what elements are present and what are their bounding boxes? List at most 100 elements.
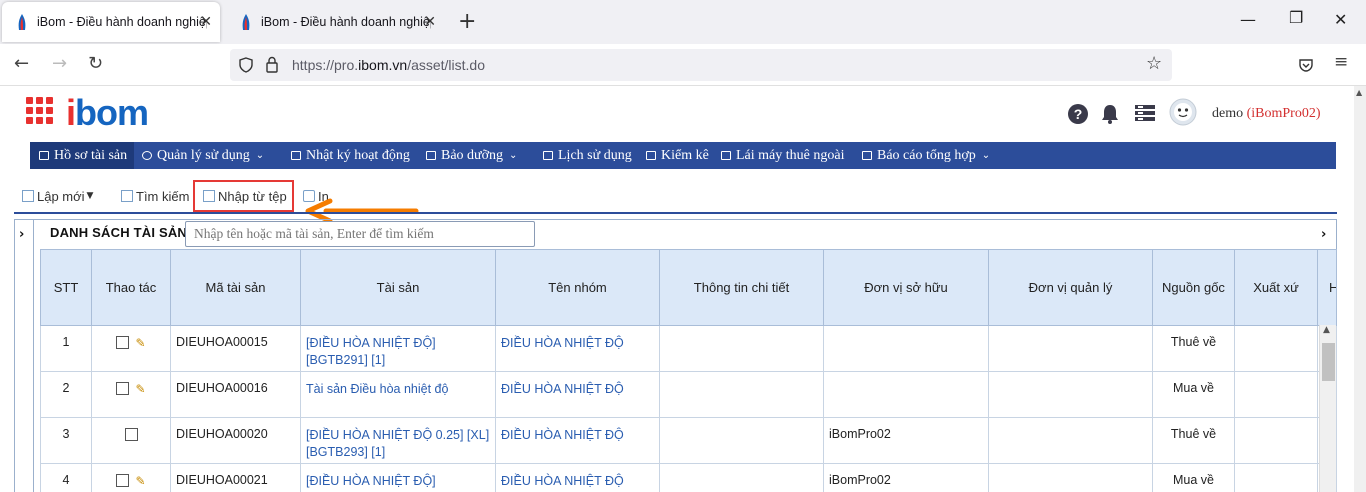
shield-icon[interactable]: [238, 57, 254, 73]
row-checkbox[interactable]: [116, 474, 130, 488]
table-vertical-scrollbar[interactable]: ▲: [1319, 325, 1336, 492]
group-cell[interactable]: ĐIỀU HÒA NHIỆT ĐỘ: [495, 463, 660, 492]
asset-link[interactable]: [ĐIỀU HÒA NHIỆT ĐỘ]: [306, 335, 495, 352]
help-icon[interactable]: ?: [1068, 104, 1088, 124]
column-header[interactable]: Tài sản: [300, 249, 496, 326]
asset-cell[interactable]: [ĐIỀU HÒA NHIỆT ĐỘ] [BGTB291] [1]: [300, 325, 496, 372]
minimize-icon[interactable]: —: [1240, 10, 1256, 29]
lock-icon[interactable]: [265, 56, 279, 73]
reload-icon[interactable]: ↻: [88, 53, 103, 74]
car-icon: [291, 151, 301, 160]
chevron-down-icon: ⌄: [509, 150, 518, 161]
plus-square-icon: [22, 190, 34, 202]
asset-link-sub[interactable]: [BGTB293] [1]: [306, 444, 495, 461]
row-checkbox[interactable]: [116, 336, 130, 350]
menu-item-ho-so-tai-san[interactable]: Hồ sơ tài sản: [30, 142, 135, 169]
scrollbar-thumb[interactable]: [1322, 343, 1335, 381]
forward-icon[interactable]: →: [52, 53, 67, 74]
url-text[interactable]: https://pro.ibom.vn/asset/list.do: [292, 57, 485, 73]
column-header[interactable]: Đơn vị sở hữu: [823, 249, 989, 326]
close-tab-icon[interactable]: ✕: [200, 13, 212, 30]
new-tab-icon[interactable]: +: [458, 9, 476, 34]
origin-cell: Mua về: [1152, 371, 1235, 418]
bookmark-star-icon[interactable]: ☆: [1146, 53, 1162, 74]
group-cell[interactable]: ĐIỀU HÒA NHIỆT ĐỘ: [495, 371, 660, 418]
menu-item-nhat-ky-hoat-dong[interactable]: Nhật ký hoạt động: [291, 142, 410, 169]
stt-cell: 3: [40, 417, 92, 464]
row-checkbox[interactable]: [124, 428, 138, 442]
asset-table: STT Thao tác Mã tài sản Tài sản Tên nhóm…: [40, 249, 1337, 492]
asset-link[interactable]: [ĐIỀU HÒA NHIỆT ĐỘ 0.25] [XL]: [306, 427, 495, 444]
column-header[interactable]: Đơn vị quản lý: [988, 249, 1153, 326]
scroll-up-icon[interactable]: ▲: [1323, 325, 1330, 335]
chevron-right-icon[interactable]: ›: [1321, 227, 1326, 242]
caret-down-icon: ▼: [86, 191, 94, 201]
table-row[interactable]: 2 ✎ DIEUHOA00016 Tài sản Điều hòa nhiệt …: [40, 371, 1337, 418]
chevron-right-icon[interactable]: ›: [19, 227, 24, 242]
pocket-icon[interactable]: [1298, 57, 1314, 73]
browser-tab[interactable]: iBom - Điều hành doanh nghiệp ✕: [226, 2, 444, 42]
recycle-icon: [142, 151, 152, 160]
page-scrollbar[interactable]: ▲: [1354, 86, 1366, 492]
column-header[interactable]: Thao tác: [91, 249, 171, 326]
menu-item-kiem-ke[interactable]: Kiểm kê: [646, 142, 709, 169]
ibom-favicon-icon: [242, 14, 250, 30]
column-header[interactable]: Xuất xứ: [1234, 249, 1318, 326]
avatar[interactable]: [1169, 98, 1197, 126]
detail-cell: [659, 325, 824, 372]
bell-icon[interactable]: [1101, 104, 1119, 124]
search-button[interactable]: Tìm kiếm: [121, 186, 189, 206]
column-header[interactable]: H: [1317, 249, 1337, 326]
asset-cell[interactable]: [ĐIỀU HÒA NHIỆT ĐỘ]: [300, 463, 496, 492]
column-header[interactable]: Nguồn gốc: [1152, 249, 1235, 326]
asset-cell[interactable]: [ĐIỀU HÒA NHIỆT ĐỘ 0.25] [XL] [BGTB293] […: [300, 417, 496, 464]
browser-nav-bar: ← → ↻ https://pro.ibom.vn/asset/list.do …: [0, 44, 1366, 86]
column-header[interactable]: Thông tin chi tiết: [659, 249, 824, 326]
pencil-edit-icon[interactable]: ✎: [135, 474, 145, 488]
svg-text:?: ?: [1074, 106, 1083, 122]
menu-item-bao-cao-tong-hop[interactable]: Báo cáo tổng hợp ⌄: [862, 142, 990, 169]
owner-cell: iBomPro02: [823, 417, 989, 464]
browser-tab-active[interactable]: iBom - Điều hành doanh nghiệp ✕: [2, 2, 220, 42]
table-row[interactable]: 3 DIEUHOA00020 [ĐIỀU HÒA NHIỆT ĐỘ 0.25] …: [40, 417, 1337, 464]
pencil-edit-icon[interactable]: ✎: [135, 382, 145, 396]
group-cell[interactable]: ĐIỀU HÒA NHIỆT ĐỘ: [495, 325, 660, 372]
ibom-logo[interactable]: ibom: [66, 92, 149, 134]
back-icon[interactable]: ←: [14, 53, 29, 74]
server-icon[interactable]: [1135, 105, 1155, 121]
menu-item-lai-may-thue-ngoai[interactable]: Lái máy thuê ngoài: [721, 142, 844, 169]
detail-cell: [659, 371, 824, 418]
row-checkbox[interactable]: [116, 382, 130, 396]
asset-link[interactable]: Tài sản Điều hòa nhiệt độ: [306, 381, 495, 398]
asset-cell[interactable]: Tài sản Điều hòa nhiệt độ: [300, 371, 496, 418]
asset-search-input[interactable]: [185, 221, 535, 247]
table-row[interactable]: 1 ✎ DIEUHOA00015 [ĐIỀU HÒA NHIỆT ĐỘ] [BGT…: [40, 325, 1337, 372]
column-header[interactable]: Tên nhóm: [495, 249, 660, 326]
group-cell[interactable]: ĐIỀU HÒA NHIỆT ĐỘ: [495, 417, 660, 464]
side-collapse-toggle[interactable]: [14, 219, 34, 492]
manager-cell: [988, 371, 1153, 418]
hamburger-menu-icon[interactable]: ≡: [1334, 52, 1348, 72]
asset-link-sub[interactable]: [BGTB291] [1]: [306, 352, 495, 369]
restore-icon[interactable]: ❐: [1289, 8, 1303, 27]
user-label[interactable]: demo (iBomPro02): [1212, 106, 1321, 122]
scroll-up-icon[interactable]: ▲: [1356, 88, 1362, 97]
column-header[interactable]: STT: [40, 249, 92, 326]
origin-cell: Thuê về: [1152, 325, 1235, 372]
menu-item-bao-duong[interactable]: Bảo dưỡng ⌄: [426, 142, 517, 169]
menu-item-quan-ly-su-dung[interactable]: Quản lý sử dụng ⌄: [142, 142, 264, 169]
actions-cell: [91, 417, 171, 464]
close-tab-icon[interactable]: ✕: [424, 13, 436, 30]
menu-item-label: Báo cáo tổng hợp: [877, 147, 976, 163]
apps-grid-icon[interactable]: [26, 97, 53, 124]
origin-cell: Thuê về: [1152, 417, 1235, 464]
close-window-icon[interactable]: ✕: [1334, 10, 1347, 29]
address-bar[interactable]: https://pro.ibom.vn/asset/list.do ☆: [230, 49, 1172, 81]
asset-link[interactable]: [ĐIỀU HÒA NHIỆT ĐỘ]: [306, 473, 495, 490]
new-button[interactable]: Lập mới ▼: [22, 186, 93, 206]
column-header[interactable]: Mã tài sản: [170, 249, 301, 326]
menu-item-lich-su-dung[interactable]: Lịch sử dụng: [543, 142, 632, 169]
new-button-label: Lập mới: [37, 188, 85, 204]
pencil-edit-icon[interactable]: ✎: [135, 336, 145, 350]
table-row[interactable]: 4 ✎ DIEUHOA00021 [ĐIỀU HÒA NHIỆT ĐỘ] ĐIỀ…: [40, 463, 1337, 492]
